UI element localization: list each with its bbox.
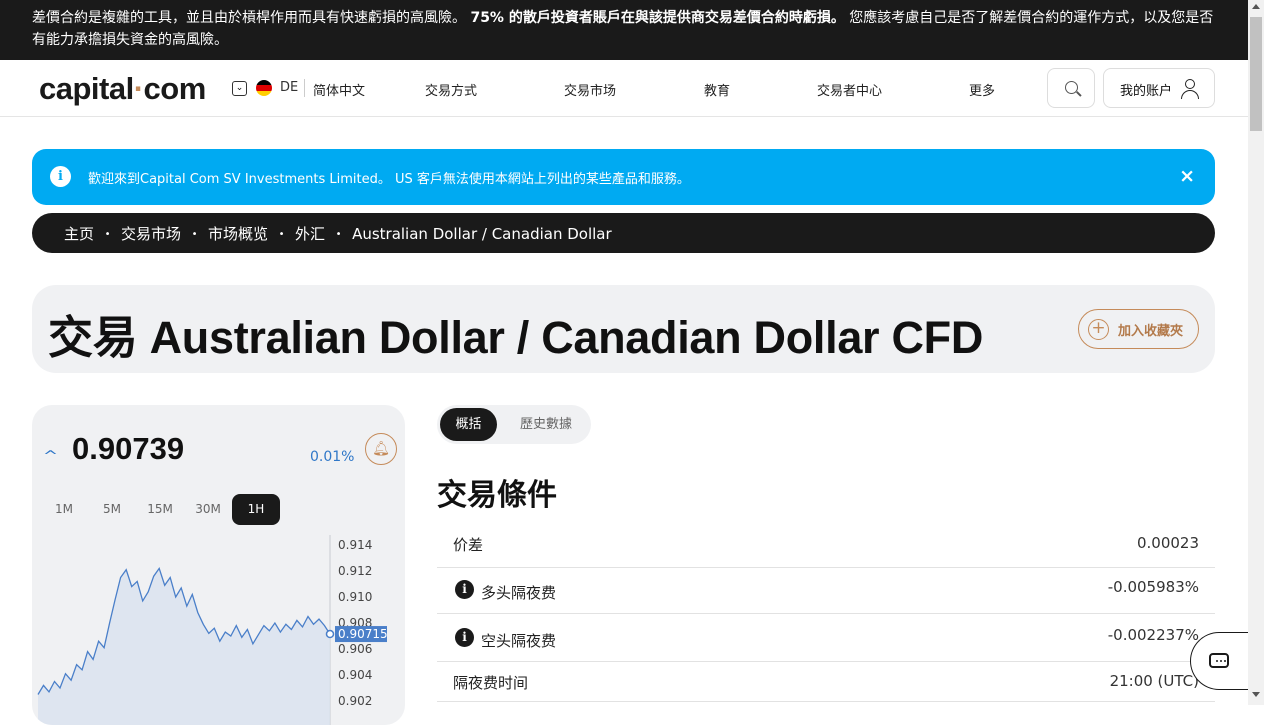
breadcrumb-current: Australian Dollar / Canadian Dollar [352,225,612,243]
capital-com-logo[interactable]: capital·com [39,71,206,107]
y-tick-label: 0.910 [338,590,372,604]
content-tabs: 概括 歷史數據 [437,405,591,444]
condition-row-spread: 价差 0.00023 [437,520,1215,568]
info-icon[interactable]: i [455,628,474,647]
current-price: 0.90739 [72,431,185,466]
close-icon[interactable]: × [1179,165,1195,187]
nav-education[interactable]: 教育 [704,80,730,99]
condition-label: 价差 [453,536,484,554]
chevron-up-icon: ^ [42,449,59,464]
region-code[interactable]: DE [280,80,298,95]
timeframe-1h[interactable]: 1H [232,494,280,525]
timeframe-15m[interactable]: 15M [136,494,184,525]
breadcrumb-markets[interactable]: 交易市场 [121,225,181,243]
my-account-button[interactable]: 我的账户 [1103,68,1215,108]
page-title: 交易 Australian Dollar / Canadian Dollar C… [48,312,984,363]
condition-row-swap-time: 隔夜费时间 21:00 (UTC) [437,662,1215,702]
current-price-marker [325,629,335,639]
price-area-fill [38,568,330,725]
condition-row-long-swap: i 多头隔夜费 -0.005983% [437,566,1215,614]
risk-warning-text: 差價合約是複雜的工具，並且由於槓桿作用而具有快速虧損的高風險。 [32,10,466,26]
price-chart-card: ^ 0.90739 0.01% 🔔︎ 1M 5M 15M 30M 1H 0.91… [32,405,405,725]
add-to-favourites-label: 加入收藏夾 [1118,324,1184,339]
language-selector[interactable]: 简体中文 [313,80,365,99]
tab-historical-data[interactable]: 歷史數據 [505,408,587,441]
germany-flag-icon[interactable] [256,80,272,96]
condition-value: 21:00 (UTC) [1109,672,1199,690]
breadcrumb-forex[interactable]: 外汇 [295,225,325,243]
chat-icon [1209,653,1229,668]
info-icon[interactable]: i [455,580,474,599]
site-header: capital·com ⌄ DE 简体中文 交易方式 交易市场 教育 交易者中心… [0,60,1248,117]
page-scrollbar[interactable] [1248,0,1264,705]
breadcrumb-separator: • [104,229,111,240]
search-button[interactable] [1047,68,1095,108]
nav-traders-hub[interactable]: 交易者中心 [817,80,882,99]
welcome-notice-text: 歡迎來到Capital Com SV Investments Limited。 … [88,172,690,187]
price-chart[interactable]: 0.9140.9120.9100.9080.9060.9040.9020.907… [32,535,405,725]
condition-label: 空头隔夜费 [481,632,557,650]
breadcrumb-separator: • [191,229,198,240]
y-tick-label: 0.912 [338,564,372,578]
price-change: 0.01% [310,449,355,465]
y-tick-label: 0.904 [338,668,372,682]
bell-icon: 🔔︎ [372,441,390,457]
condition-label: 多头隔夜费 [481,584,557,602]
scroll-thumb[interactable] [1250,17,1262,131]
scroll-down-arrow[interactable] [1252,692,1260,697]
trading-conditions-heading: 交易條件 [437,478,557,513]
breadcrumb-home[interactable]: 主页 [64,225,94,243]
price-alert-button[interactable]: 🔔︎ [365,433,397,465]
timeframe-30m[interactable]: 30M [184,494,232,525]
tab-overview[interactable]: 概括 [440,408,497,441]
breadcrumb-market-overview[interactable]: 市场概览 [208,225,268,243]
my-account-label: 我的账户 [1120,84,1173,99]
info-icon: i [50,166,71,187]
nav-trading-methods[interactable]: 交易方式 [425,80,477,99]
user-icon [1181,79,1199,99]
plus-circle-icon: + [1088,319,1109,340]
breadcrumb-separator: • [335,229,342,240]
timeframe-1m[interactable]: 1M [40,494,88,525]
nav-markets[interactable]: 交易市场 [564,80,616,99]
condition-value: -0.002237% [1107,626,1199,644]
condition-value: -0.005983% [1107,578,1199,596]
breadcrumb-separator: • [278,229,285,240]
condition-value: 0.00023 [1136,534,1199,552]
chevron-down-icon[interactable]: ⌄ [232,81,247,96]
y-tick-label: 0.906 [338,642,372,656]
timeframe-5m[interactable]: 5M [88,494,136,525]
risk-warning-banner: 差價合約是複雜的工具，並且由於槓桿作用而具有快速虧損的高風險。 75% 的散戶投… [0,0,1248,60]
y-tick-label: 0.902 [338,694,372,708]
current-price-tag-label: 0.90715 [338,627,388,641]
language-divider [304,79,305,97]
add-to-favourites-button[interactable]: + 加入收藏夾 [1078,309,1199,349]
instrument-title-block: 交易 Australian Dollar / Canadian Dollar C… [32,285,1215,373]
welcome-notice: i 歡迎來到Capital Com SV Investments Limited… [32,149,1215,205]
nav-more[interactable]: 更多 [969,80,995,99]
scroll-up-arrow[interactable] [1252,4,1260,9]
risk-warning-highlight: 75% 的散戶投資者賬戶在與該提供商交易差價合約時虧損。 [470,10,845,26]
breadcrumb: 主页 • 交易市场 • 市场概览 • 外汇 • Australian Dollar / Cana… [32,213,1215,253]
y-tick-label: 0.914 [338,538,372,552]
condition-label: 隔夜费时间 [453,674,529,692]
condition-row-short-swap: i 空头隔夜费 -0.002237% [437,614,1215,662]
